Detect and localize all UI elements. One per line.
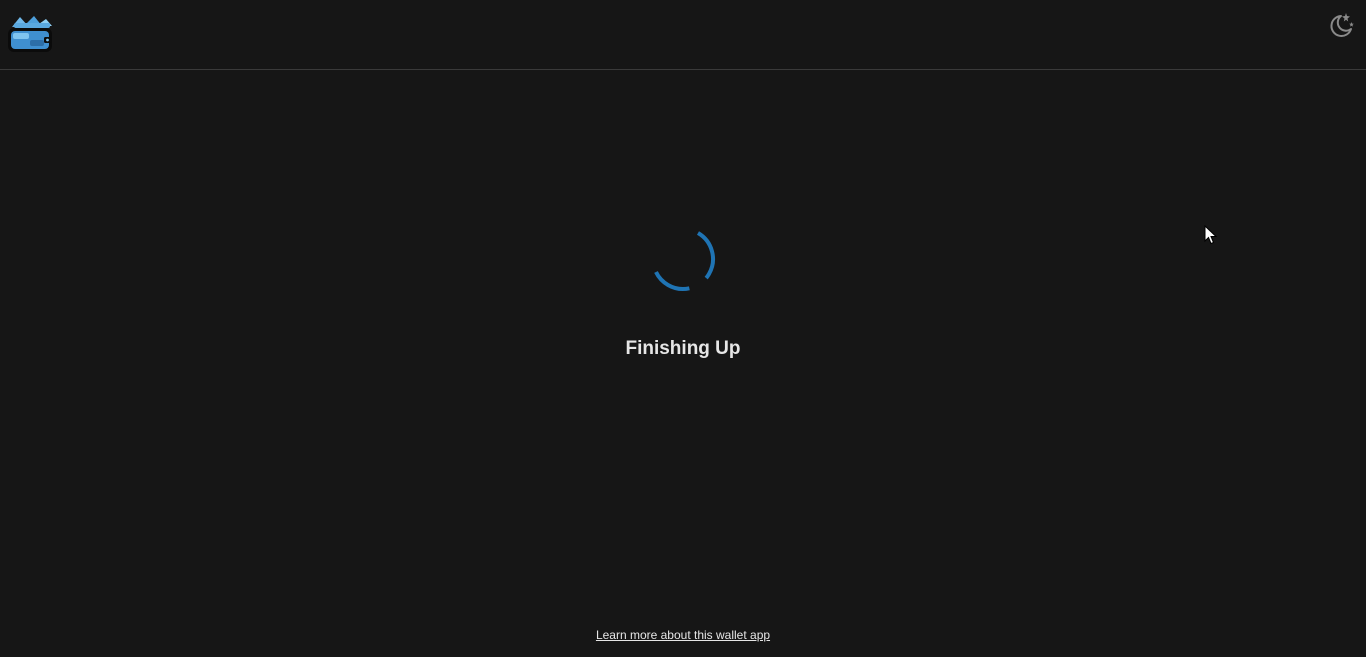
learn-more-link[interactable]: Learn more about this wallet app — [596, 628, 770, 642]
wallet-logo-icon[interactable] — [6, 14, 54, 54]
footer: Learn more about this wallet app — [0, 627, 1366, 643]
status-text: Finishing Up — [625, 338, 741, 359]
moon-stars-icon[interactable] — [1325, 11, 1355, 41]
top-bar — [0, 0, 1366, 70]
loading-spinner-icon — [648, 224, 718, 294]
mouse-cursor-icon — [1204, 224, 1218, 245]
